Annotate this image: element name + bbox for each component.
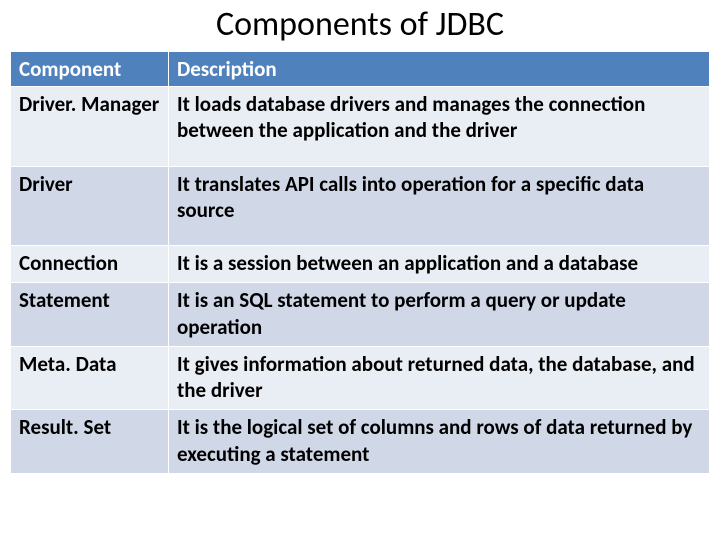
cell-description: It loads database drivers and manages th… [169, 87, 710, 167]
header-component: Component [11, 52, 169, 87]
cell-component: Driver [11, 166, 169, 246]
table-row: Result. Set It is the logical set of col… [11, 410, 710, 474]
table-row: Driver It translates API calls into oper… [11, 166, 710, 246]
cell-description: It is the logical set of columns and row… [169, 410, 710, 474]
cell-description: It gives information about returned data… [169, 346, 710, 410]
cell-description: It translates API calls into operation f… [169, 166, 710, 246]
cell-component: Statement [11, 283, 169, 347]
components-table: Component Description Driver. Manager It… [10, 51, 710, 474]
table-header-row: Component Description [11, 52, 710, 87]
table-row: Meta. Data It gives information about re… [11, 346, 710, 410]
table-row: Statement It is an SQL statement to perf… [11, 283, 710, 347]
cell-component: Connection [11, 246, 169, 283]
slide-title: Components of JDBC [10, 0, 710, 51]
slide: Components of JDBC Component Description… [0, 0, 720, 540]
cell-component: Meta. Data [11, 346, 169, 410]
cell-description: It is a session between an application a… [169, 246, 710, 283]
header-description: Description [169, 52, 710, 87]
cell-description: It is an SQL statement to perform a quer… [169, 283, 710, 347]
cell-component: Driver. Manager [11, 87, 169, 167]
cell-component: Result. Set [11, 410, 169, 474]
table-row: Connection It is a session between an ap… [11, 246, 710, 283]
table-row: Driver. Manager It loads database driver… [11, 87, 710, 167]
